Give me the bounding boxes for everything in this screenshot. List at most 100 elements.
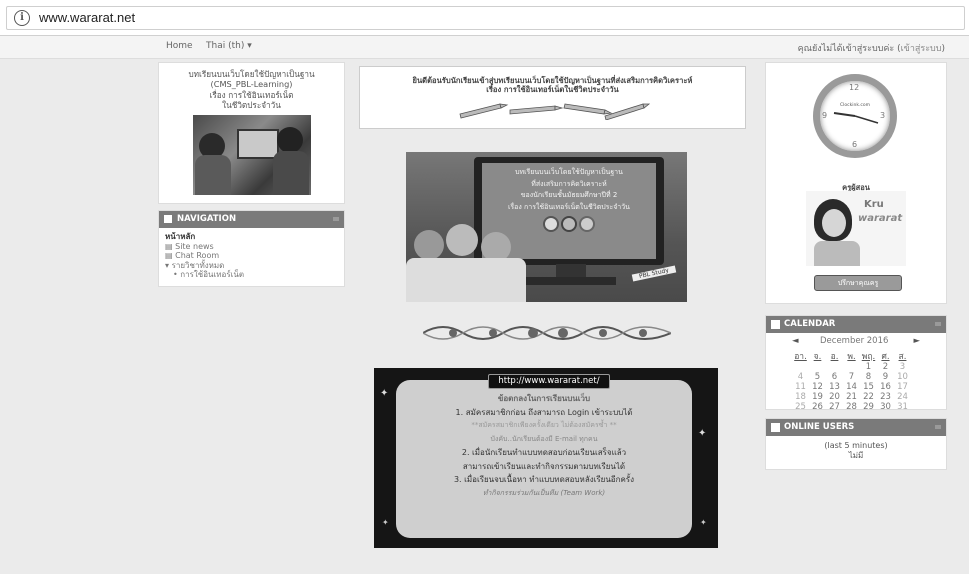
calendar-day[interactable]: 10 <box>894 372 911 382</box>
info-icon[interactable]: i <box>14 10 30 26</box>
calendar-day[interactable]: 29 <box>860 402 877 412</box>
course-code: (CMS_PBL-Learning) <box>210 78 293 89</box>
calendar-day <box>826 362 843 372</box>
online-users-none: ไม่มี <box>848 450 864 460</box>
calendar-day[interactable]: 23 <box>877 392 894 402</box>
next-month-button[interactable]: ► <box>913 336 920 346</box>
course-info-block: บทเรียนบนเว็บโดยใช้ปัญหาเป็นฐาน (CMS_PBL… <box>158 62 345 204</box>
calendar-day[interactable]: 15 <box>860 382 877 392</box>
prev-month-button[interactable]: ◄ <box>792 336 799 346</box>
calendar-month: December 2016 <box>820 336 889 346</box>
home-link[interactable]: Home <box>166 41 193 51</box>
calendar-day <box>809 362 826 372</box>
browser-logo-icon <box>579 216 596 232</box>
nav-course-item[interactable]: • การใช้อินเทอร์เน็ต <box>165 270 338 280</box>
calendar-day[interactable]: 24 <box>894 392 911 402</box>
course-topic-2: ในชีวิตประจำวัน <box>222 99 281 110</box>
rules-url-label: http://www.wararat.net/ <box>488 374 610 389</box>
rule-3-note: ทำกิจกรรมร่วมกันเป็นทีม (Team Work) <box>482 488 606 497</box>
rule-3: 3. เมื่อเรียนจบเนื้อหา ทำแบบทดสอบหลังเรี… <box>453 475 635 484</box>
consult-teacher-button[interactable]: ปรึกษาคุณครู <box>814 275 902 291</box>
calendar-day-header: ส. <box>898 352 907 362</box>
teacher-block: 12 3 6 9 Clockink.com ครูผู้สอน Kru wara… <box>765 62 947 304</box>
users-icon <box>771 423 780 432</box>
calendar-day[interactable]: 25 <box>792 402 809 412</box>
calendar-day[interactable]: 9 <box>877 372 894 382</box>
calendar-day[interactable]: 12 <box>809 382 826 392</box>
welcome-banner: ยินดีต้อนรับนักเรียนเข้าสู่บทเรียนบนเว็บ… <box>359 66 746 129</box>
collapse-icon[interactable] <box>935 425 941 429</box>
browser-logo-icon <box>561 216 577 232</box>
sitemap-icon <box>164 215 172 223</box>
calendar-day-header: ศ. <box>881 352 890 362</box>
calendar-day[interactable]: 16 <box>877 382 894 392</box>
rule-2: 2. เมื่อนักเรียนทำแบบทดสอบก่อนเรียนเสร็จ… <box>461 448 627 457</box>
calendar-day[interactable]: 1 <box>860 362 877 372</box>
nav-site-news[interactable]: ▤ Site news <box>165 242 338 252</box>
rule-1-note: **สมัครสมาชิกเพียงครั้งเดียว ไม่ต้องสมัค… <box>471 421 617 429</box>
online-users-header[interactable]: ONLINE USERS <box>766 419 946 436</box>
site-navbar: Home Thai (th) ▾ คุณยังไม่ได้เข้าสู่ระบบ… <box>0 36 969 59</box>
calendar-icon <box>771 320 780 329</box>
course-intro-image: บทเรียนบนเว็บโดยใช้ปัญหาเป็นฐาน ที่ส่งเส… <box>406 152 687 302</box>
rule-1-note-2: บังคับ..นักเรียนต้องมี E-mail ทุกคน <box>490 434 598 443</box>
calendar-day[interactable]: 13 <box>826 382 843 392</box>
wararat-logo: wararat <box>858 213 903 224</box>
calendar-block: CALENDAR ◄ December 2016 ► อา. จ. อ. พ. พฤ. ศ… <box>765 315 947 412</box>
collapse-icon[interactable] <box>935 322 941 326</box>
calendar-day[interactable]: 19 <box>809 392 826 402</box>
calendar-day-header: อา. <box>794 352 807 362</box>
calendar-day-header: จ. <box>813 352 822 362</box>
students-photo <box>193 115 311 195</box>
pencils-decoration <box>459 103 650 120</box>
calendar-day[interactable]: 27 <box>826 402 843 412</box>
calendar-header[interactable]: CALENDAR <box>766 316 946 333</box>
welcome-line-2: เรื่อง การใช้อินเทอร์เน็ตในชีวิตประจำวัน <box>486 85 619 94</box>
calendar-day[interactable]: 6 <box>826 372 843 382</box>
ornament-divider <box>423 326 671 340</box>
calendar-day[interactable]: 14 <box>843 382 860 392</box>
calendar-day[interactable]: 30 <box>877 402 894 412</box>
nav-all-courses[interactable]: ▾ รายวิชาทั้งหมด <box>165 261 338 271</box>
navigation-header[interactable]: NAVIGATION <box>159 211 344 228</box>
navigation-block: NAVIGATION หน้าหลัก ▤ Site news ▤ Chat R… <box>158 210 345 287</box>
teacher-photo: Kru wararat <box>806 191 906 266</box>
calendar-day[interactable]: 21 <box>843 392 860 402</box>
kru-logo: Kru <box>864 199 884 210</box>
nav-home[interactable]: หน้าหลัก <box>165 232 338 242</box>
calendar-day[interactable]: 5 <box>809 372 826 382</box>
rule-1: 1. สมัครสมาชิกก่อน ถึงสามารถ Login เข้าร… <box>455 407 633 417</box>
calendar-day[interactable]: 4 <box>792 372 809 382</box>
calendar-day-header: อ. <box>830 352 839 362</box>
calendar-day <box>792 362 809 372</box>
calendar-day[interactable]: 2 <box>877 362 894 372</box>
calendar-grid: อา. จ. อ. พ. พฤ. ศ. ส. 1 2 3 4 5 6 7 8 9 10 11 12 13 14 15 16… <box>792 352 911 412</box>
nav-chat-room[interactable]: ▤ Chat Room <box>165 251 338 261</box>
language-menu[interactable]: Thai (th) ▾ <box>206 41 252 51</box>
login-status: คุณยังไม่ได้เข้าสู่ระบบค่ะ (เข้าสู่ระบบ) <box>797 44 945 54</box>
online-users-period: (last 5 minutes) <box>824 441 888 450</box>
calendar-day[interactable]: 8 <box>860 372 877 382</box>
calendar-day[interactable]: 18 <box>792 392 809 402</box>
calendar-day[interactable]: 20 <box>826 392 843 402</box>
online-users-block: ONLINE USERS (last 5 minutes) ไม่มี <box>765 418 947 470</box>
rules-board: http://www.wararat.net/ ข้อตกลงในการเรีย… <box>374 368 718 548</box>
children-illustration <box>406 222 546 302</box>
calendar-day <box>843 362 860 372</box>
calendar-day[interactable]: 17 <box>894 382 911 392</box>
collapse-icon[interactable] <box>333 217 339 221</box>
clock-widget: 12 3 6 9 Clockink.com <box>813 74 897 158</box>
calendar-day[interactable]: 28 <box>843 402 860 412</box>
calendar-day[interactable]: 11 <box>792 382 809 392</box>
calendar-day[interactable]: 3 <box>894 362 911 372</box>
login-link[interactable]: เข้าสู่ระบบ <box>901 44 942 54</box>
calendar-day[interactable]: 26 <box>809 402 826 412</box>
calendar-day-header: พฤ. <box>861 352 876 362</box>
calendar-day-header: พ. <box>847 352 856 362</box>
url-field[interactable]: i www.wararat.net <box>6 6 965 30</box>
calendar-day[interactable]: 31 <box>894 402 911 412</box>
calendar-day[interactable]: 7 <box>843 372 860 382</box>
rules-heading: ข้อตกลงในการเรียนบนเว็บ <box>497 394 591 403</box>
calendar-day[interactable]: 22 <box>860 392 877 402</box>
url-text[interactable]: www.wararat.net <box>39 10 135 25</box>
